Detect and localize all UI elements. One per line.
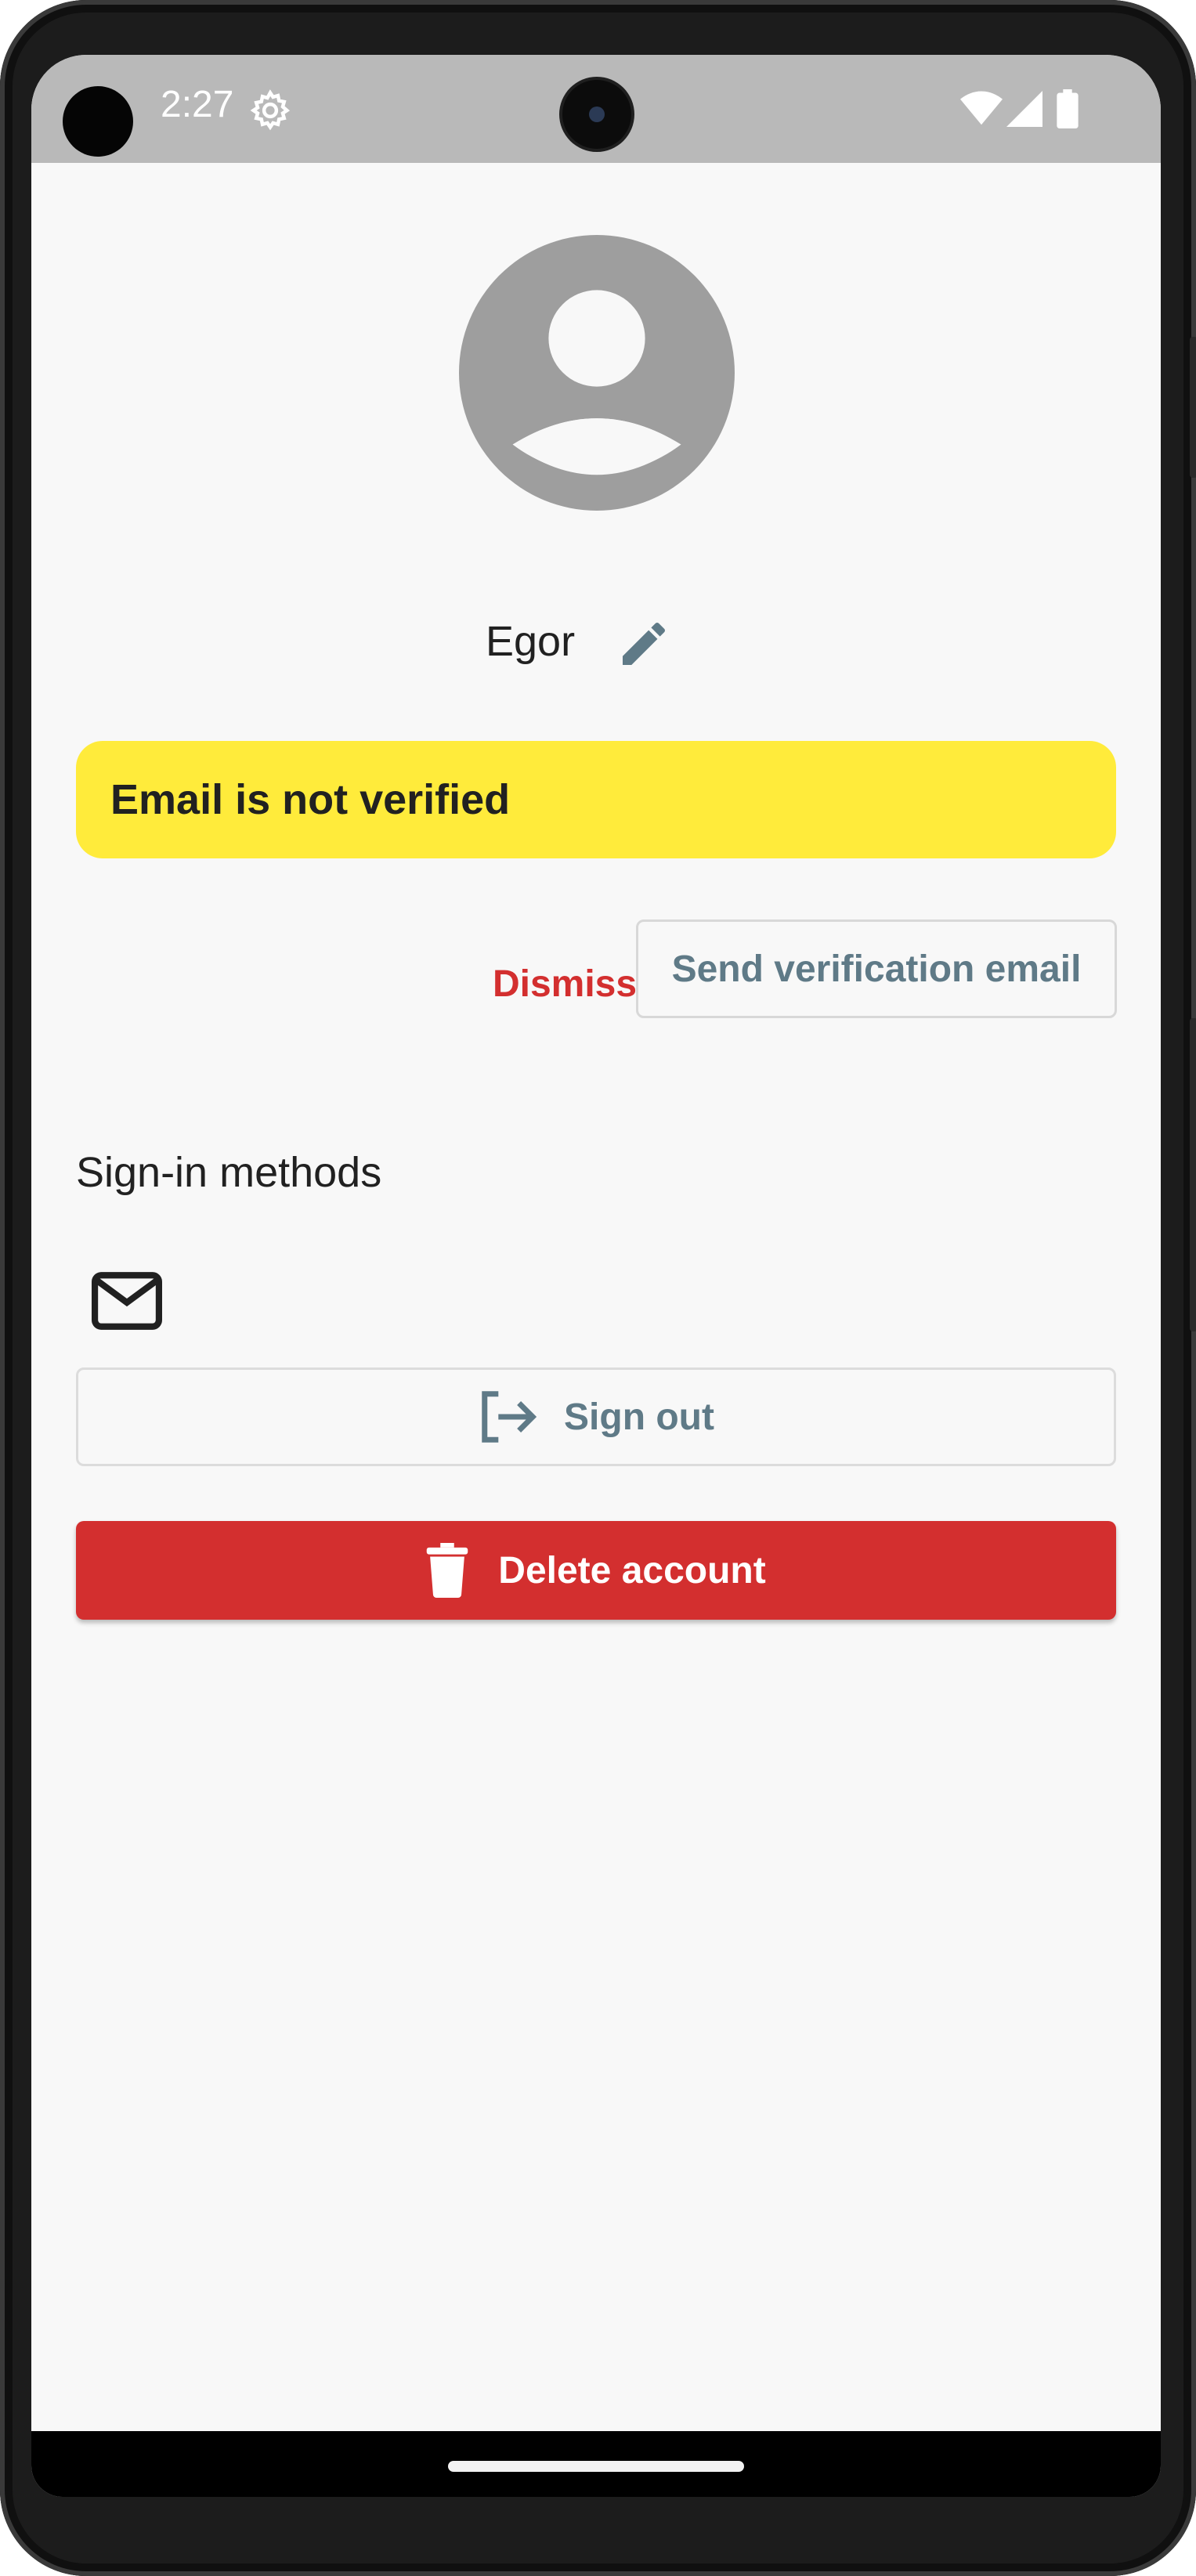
wifi-icon <box>960 91 1003 125</box>
cellular-signal-icon <box>1006 91 1042 127</box>
edit-name-button[interactable] <box>606 606 681 681</box>
device-frame: 2:27 Egor Email is not verified Dismiss … <box>0 0 1196 2576</box>
logout-icon <box>482 1391 537 1443</box>
power-button <box>1190 1018 1196 1331</box>
pencil-icon <box>623 622 666 665</box>
status-bar: 2:27 <box>31 55 1161 163</box>
sign-out-button[interactable]: Sign out <box>76 1367 1116 1466</box>
name-row: Egor <box>31 587 1161 681</box>
display-name: Egor <box>486 618 576 665</box>
default-avatar-icon <box>459 235 735 511</box>
email-not-verified-banner: Email is not verified <box>76 741 1116 858</box>
trash-icon <box>427 1543 468 1598</box>
sign-out-label: Sign out <box>564 1396 714 1438</box>
email-envelope-icon <box>92 1272 162 1330</box>
delete-account-button[interactable]: Delete account <box>76 1521 1116 1620</box>
navigation-bar <box>31 2431 1161 2497</box>
front-camera <box>562 80 631 149</box>
banner-text: Email is not verified <box>110 776 511 823</box>
sign-in-methods-title: Sign-in methods <box>76 1149 382 1196</box>
screen: 2:27 Egor Email is not verified Dismiss … <box>31 55 1161 2497</box>
settings-gear-icon <box>250 89 291 131</box>
battery-icon <box>1057 89 1079 128</box>
delete-account-label: Delete account <box>498 1549 766 1591</box>
send-verification-email-button[interactable]: Send verification email <box>636 919 1117 1018</box>
home-gesture-handle[interactable] <box>448 2461 744 2472</box>
volume-button <box>1190 337 1196 478</box>
status-time: 2:27 <box>161 84 234 125</box>
status-dot <box>63 86 133 157</box>
